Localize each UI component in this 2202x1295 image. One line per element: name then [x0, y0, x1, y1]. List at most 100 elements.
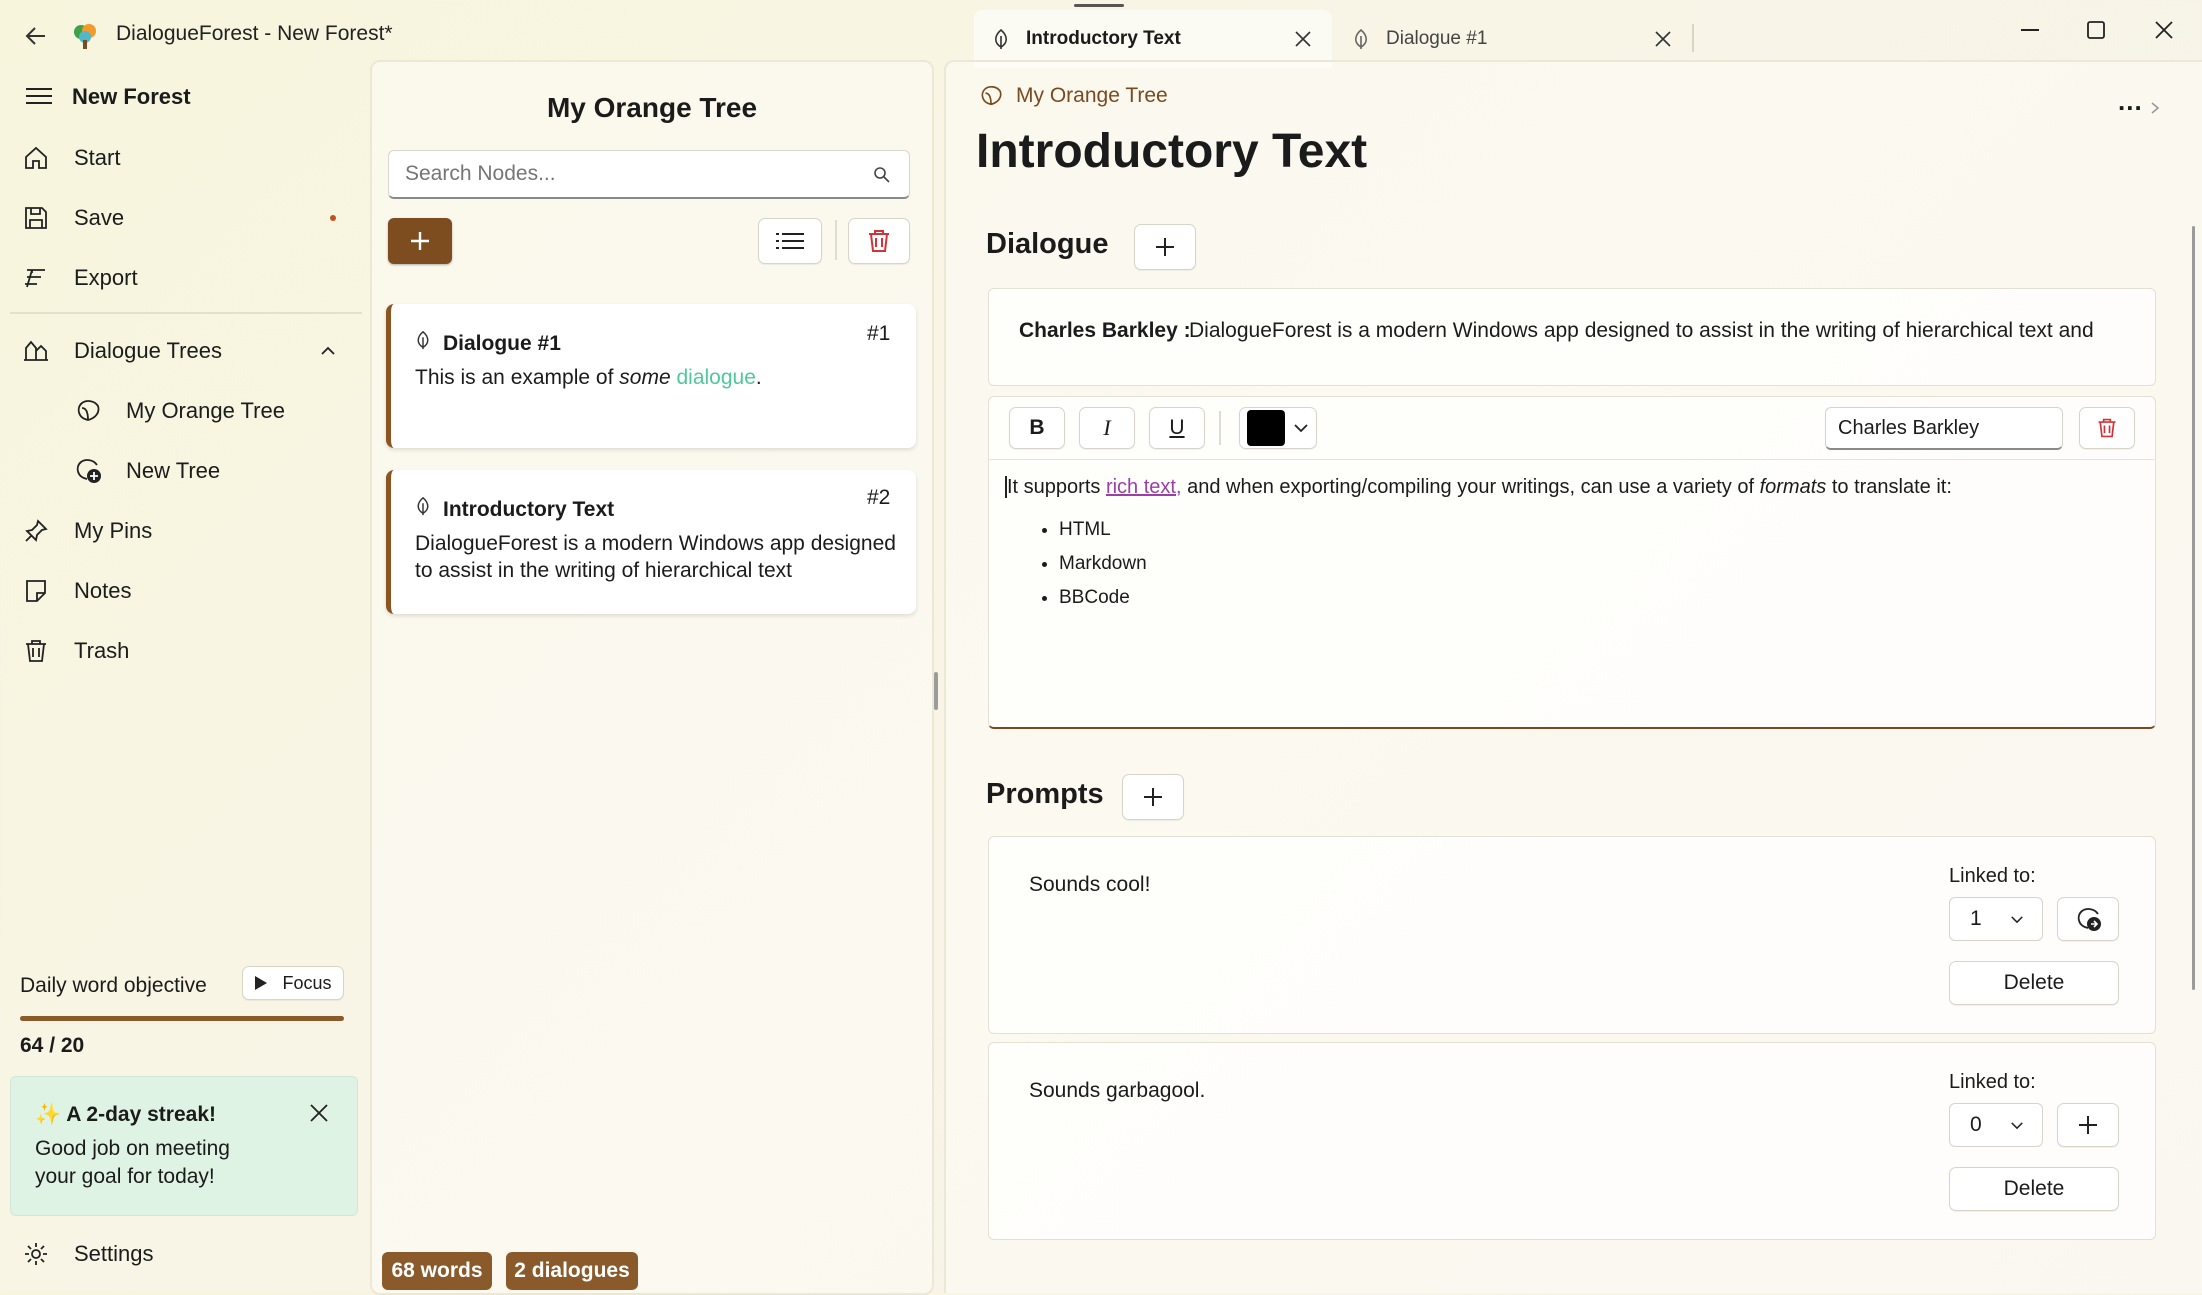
editor-scrollbar[interactable]	[2192, 226, 2195, 990]
nav-notes[interactable]: Notes	[20, 563, 131, 619]
nav-my-pins[interactable]: My Pins	[20, 503, 152, 559]
format-list-item: Markdown	[1059, 547, 2135, 581]
rt-text: It supports	[1007, 476, 1106, 498]
prompt-card-1: Sounds cool! Linked to: 1 Delete	[988, 836, 2156, 1034]
linked-node-select[interactable]: 1	[1949, 897, 2043, 941]
nav-tree-my-orange-tree[interactable]: My Orange Tree	[72, 383, 285, 439]
chevron-down-icon	[1294, 424, 1308, 433]
speaker-name: Charles Barkley :	[1019, 319, 1191, 342]
focus-label: Focus	[282, 972, 332, 993]
prompt-text[interactable]: Sounds garbagool.	[1029, 1079, 1205, 1103]
maximize-button[interactable]	[2066, 10, 2126, 50]
hamburger-button[interactable]	[22, 80, 56, 112]
list-view-button[interactable]	[758, 218, 822, 264]
leaf-icon	[1354, 28, 1368, 49]
node-preview: DialogueForest is a modern Windows app d…	[415, 532, 896, 582]
back-button[interactable]	[18, 18, 54, 54]
add-node-button[interactable]	[388, 218, 452, 264]
node-title: Dialogue #1	[443, 332, 561, 355]
dialogue-editor: B I U It supports rich text, and when ex…	[988, 396, 2156, 729]
close-icon[interactable]	[1294, 30, 1312, 48]
trash-icon	[2098, 418, 2116, 438]
go-to-node-icon	[2077, 908, 2101, 931]
nav-save[interactable]: Save	[20, 190, 340, 246]
linked-node-select[interactable]: 0	[1949, 1103, 2043, 1147]
delete-line-button[interactable]	[2079, 407, 2135, 449]
format-list-item: BBCode	[1059, 581, 2135, 615]
preview-text-end: .	[755, 366, 762, 389]
nav-dialogue-trees[interactable]: Dialogue Trees	[20, 323, 340, 379]
chevron-right-icon[interactable]	[2150, 102, 2160, 114]
bold-label: B	[1029, 416, 1045, 439]
note-icon	[20, 575, 52, 607]
underline-button[interactable]: U	[1149, 407, 1205, 449]
rt-link[interactable]: rich text,	[1106, 476, 1182, 498]
leaf-icon	[417, 330, 429, 350]
close-icon	[2155, 21, 2173, 39]
menu-icon	[26, 88, 52, 104]
node-card-2[interactable]: Introductory Text #2 DialogueForest is a…	[386, 470, 916, 614]
color-swatch	[1247, 410, 1285, 446]
delete-prompt-button[interactable]: Delete	[1949, 961, 2119, 1005]
search-icon[interactable]	[873, 166, 891, 184]
search-input[interactable]	[403, 159, 847, 189]
export-icon	[20, 262, 52, 294]
add-prompt-button[interactable]	[1122, 774, 1184, 820]
minimize-button[interactable]	[2000, 10, 2060, 50]
rich-text-content[interactable]: It supports rich text, and when exportin…	[1005, 473, 2135, 615]
dialogue-line-1[interactable]: Charles Barkley : DialogueForest is a mo…	[988, 288, 2156, 386]
node-title-heading[interactable]: Introductory Text	[976, 124, 1367, 179]
speaker-input[interactable]	[1836, 414, 2050, 442]
add-dialogue-button[interactable]	[1134, 224, 1196, 270]
breadcrumb[interactable]: My Orange Tree	[978, 84, 1168, 108]
go-to-linked-node-button[interactable]	[2057, 897, 2119, 941]
prompt-text[interactable]: Sounds cool!	[1029, 873, 1150, 897]
nav-export[interactable]: Export	[20, 250, 138, 306]
pin-icon	[20, 515, 52, 547]
close-icon[interactable]	[1654, 30, 1672, 48]
create-linked-node-button[interactable]	[2057, 1103, 2119, 1147]
delete-node-button[interactable]	[848, 218, 910, 264]
underline-label: U	[1169, 416, 1185, 439]
tree-icon	[981, 85, 1002, 106]
forest-icon	[20, 335, 52, 367]
save-icon	[20, 202, 52, 234]
list-icon	[776, 233, 804, 249]
leaf-icon	[994, 28, 1008, 49]
tab-label: Dialogue #1	[1386, 28, 1488, 49]
bold-button[interactable]: B	[1009, 407, 1065, 449]
delete-prompt-button[interactable]: Delete	[1949, 1167, 2119, 1211]
nav-tree-new-tree[interactable]: New Tree	[72, 443, 220, 499]
rich-text-paragraph: It supports rich text, and when exportin…	[1005, 473, 2135, 501]
toolbar-separator	[835, 220, 837, 260]
search-box[interactable]	[388, 150, 910, 199]
tree-title: My Orange Tree	[546, 92, 758, 123]
close-window-button[interactable]	[2134, 10, 2194, 50]
objective-progress-track	[20, 1016, 344, 1021]
chevron-up-icon[interactable]	[320, 346, 336, 356]
tab-label: Introductory Text	[1026, 28, 1181, 49]
delete-label: Delete	[2003, 1177, 2065, 1200]
nav-label: New Tree	[126, 458, 221, 483]
nav-settings[interactable]: Settings	[20, 1226, 154, 1282]
focus-button[interactable]: Focus	[242, 966, 344, 1000]
node-card-1[interactable]: Dialogue #1 #1 This is an example of som…	[386, 304, 916, 448]
play-icon	[255, 976, 268, 990]
close-icon[interactable]	[309, 1103, 329, 1123]
linked-to-label: Linked to:	[1949, 865, 2036, 887]
panel-splitter[interactable]	[934, 672, 938, 710]
unsaved-dot	[330, 215, 336, 221]
nav-trash[interactable]: Trash	[20, 623, 129, 679]
italic-button[interactable]: I	[1079, 407, 1135, 449]
text-color-picker[interactable]	[1239, 407, 1317, 449]
nav-label: My Pins	[74, 518, 153, 543]
nav-label: Trash	[74, 638, 130, 663]
nav-label: Start	[74, 145, 121, 170]
linked-to-label: Linked to:	[1949, 1071, 2036, 1093]
more-options-button[interactable]: ...	[2118, 86, 2143, 117]
app-logo	[72, 22, 98, 50]
speaker-field[interactable]	[1825, 407, 2063, 450]
preview-colored-text: dialogue	[676, 366, 756, 389]
nav-start[interactable]: Start	[20, 130, 120, 186]
toolbar-separator	[1219, 411, 1221, 445]
